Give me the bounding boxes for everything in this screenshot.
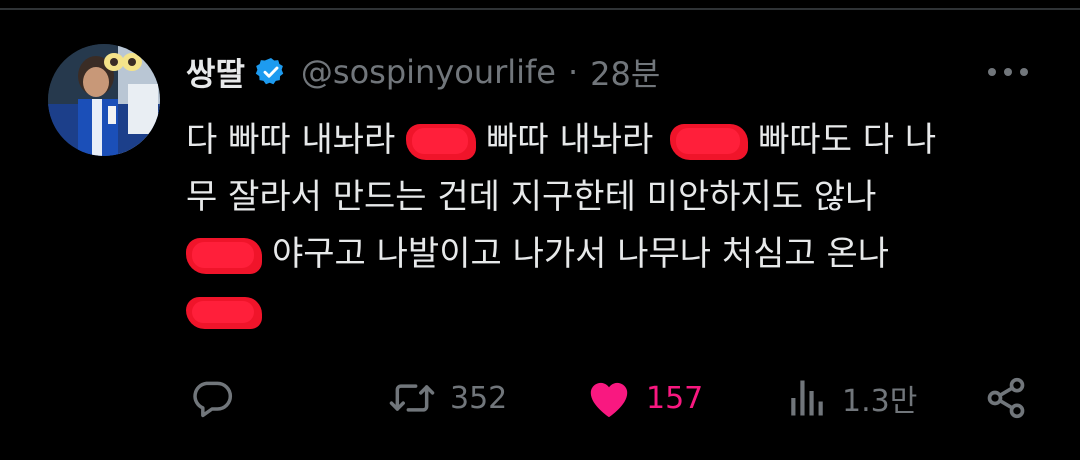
tweet-header: 쌍딸 @sospinyourlife · 28분	[186, 48, 660, 96]
tweet-text: 다 빠따 내놔라 빠따 내놔라 빠따도 다 나 무 잘라서 만드는 건데 지구한…	[186, 112, 1046, 340]
reply-icon	[190, 376, 234, 420]
display-name[interactable]: 쌍딸	[186, 49, 245, 95]
retweet-icon	[388, 376, 436, 420]
redaction-mark	[670, 123, 749, 160]
verified-badge-icon	[255, 56, 287, 88]
tweet-text-segment: 무 잘라서 만드는 건데 지구한테 미안하지도 않나	[186, 177, 877, 217]
views-icon	[786, 377, 828, 419]
tweet-text-segment: 빠따도 다 나	[758, 120, 937, 160]
views-count: 1.3만	[842, 384, 918, 419]
like-count: 157	[646, 380, 704, 416]
timestamp[interactable]: 28분	[590, 49, 660, 95]
avatar-image	[48, 44, 160, 156]
share-icon	[984, 376, 1028, 420]
avatar[interactable]	[48, 44, 160, 156]
heart-icon	[586, 376, 632, 420]
more-dots-icon	[988, 68, 1028, 76]
tweet-line-4	[186, 283, 1046, 340]
redaction-mark	[186, 296, 262, 329]
tweet-line-3: 야구고 나발이고 나가서 나무나 처심고 온나	[186, 226, 1046, 283]
separator: ·	[567, 53, 579, 91]
retweet-count: 352	[450, 380, 508, 416]
action-bar: 352 157 1.3만	[0, 366, 1080, 430]
share-button[interactable]	[984, 366, 1028, 430]
reply-button[interactable]	[190, 366, 248, 430]
retweet-button[interactable]: 352	[388, 366, 507, 430]
top-divider	[0, 8, 1080, 10]
handle[interactable]: @sospinyourlife	[301, 53, 556, 91]
tweet-line-1: 다 빠따 내놔라 빠따 내놔라 빠따도 다 나	[186, 112, 1046, 169]
tweet-text-segment: 야구고 나발이고 나가서 나무나 처심고 온나	[272, 234, 890, 274]
tweet-text-segment: 빠따 내놔라	[486, 120, 654, 160]
tweet-line-2: 무 잘라서 만드는 건데 지구한테 미안하지도 않나	[186, 169, 1046, 226]
more-options-button[interactable]	[980, 58, 1036, 86]
like-button[interactable]: 157	[586, 366, 703, 430]
tweet-text-segment: 다 빠따 내놔라	[186, 120, 396, 160]
views-button[interactable]: 1.3만	[786, 366, 917, 430]
redaction-mark	[406, 123, 477, 160]
redaction-mark	[186, 237, 262, 274]
